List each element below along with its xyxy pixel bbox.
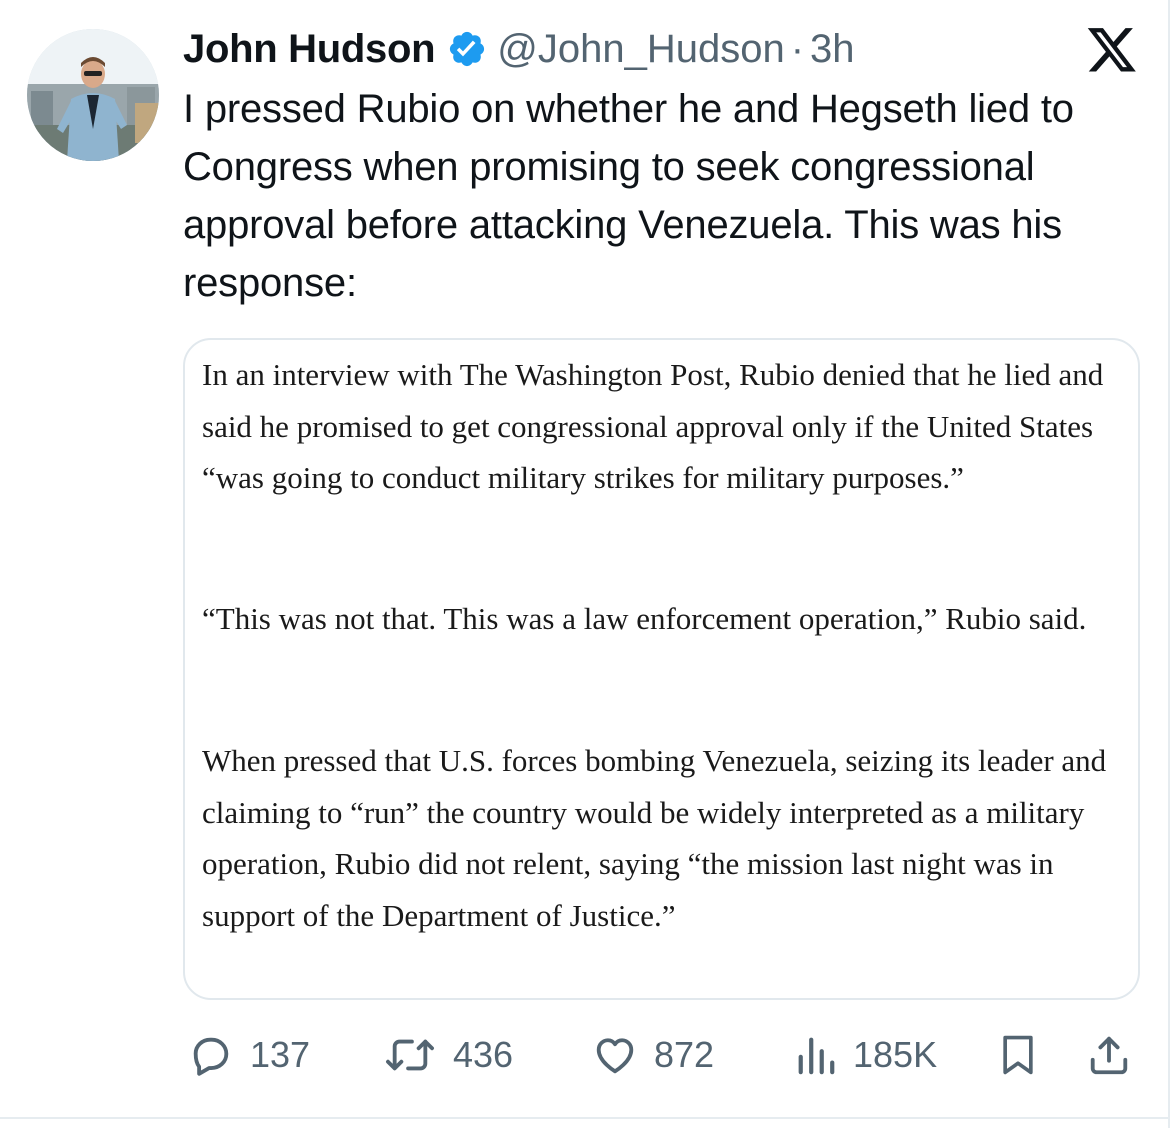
x-logo-icon (1087, 28, 1136, 72)
verified-badge-icon (450, 31, 485, 67)
timestamp[interactable]: 3h (810, 27, 855, 72)
bottom-divider (0, 1117, 1170, 1119)
views-button[interactable]: 185K (795, 1030, 937, 1080)
bookmark-button[interactable] (996, 1030, 1040, 1080)
user-handle[interactable]: @John_Hudson (497, 27, 784, 72)
quote-paragraph-2: “This was not that. This was a law enfor… (202, 601, 1087, 636)
avatar-photo (27, 29, 159, 161)
quote-paragraph-3: When pressed that U.S. forces bombing Ve… (202, 743, 1107, 933)
like-count: 872 (654, 1034, 715, 1075)
views-icon (798, 1037, 835, 1075)
like-icon (596, 1038, 634, 1074)
share-button[interactable] (1086, 1030, 1132, 1080)
tweet-header: John Hudson @John_Hudson · 3h (183, 24, 855, 74)
share-icon (1090, 1036, 1128, 1075)
attached-image-card[interactable]: In an interview with The Washington Post… (183, 338, 1140, 1000)
reply-button[interactable]: 137 (188, 1030, 310, 1080)
avatar[interactable] (27, 29, 159, 161)
tweet: John Hudson @John_Hudson · 3h I pressed … (0, 0, 1170, 1128)
separator-dot: · (790, 26, 805, 71)
quote-paragraph-1: In an interview with The Washington Post… (202, 357, 1104, 495)
views-count: 185K (853, 1034, 938, 1075)
display-name[interactable]: John Hudson (183, 27, 436, 72)
repost-button[interactable]: 436 (383, 1030, 513, 1080)
reply-count: 137 (250, 1034, 311, 1075)
repost-count: 436 (453, 1034, 514, 1075)
tweet-text: I pressed Rubio on whether he and Hegset… (183, 87, 1074, 305)
repost-icon (386, 1039, 434, 1071)
reply-icon (193, 1037, 229, 1076)
like-button[interactable]: 872 (592, 1030, 714, 1080)
action-bar: 137 436 872 185K (0, 1020, 1170, 1090)
bookmark-icon (1003, 1035, 1033, 1075)
